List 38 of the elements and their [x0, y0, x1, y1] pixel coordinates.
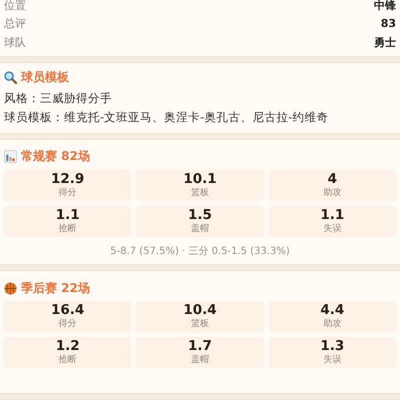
stat-value: 10.4: [183, 303, 217, 318]
template-text: 球员模板：维克托-文班亚马、奥涅卡-奥孔古、尼古拉-约维奇: [4, 108, 330, 126]
stat-label: 失误: [323, 222, 342, 234]
field-label: 位置: [4, 0, 26, 13]
stat-label: 篮板: [190, 318, 209, 330]
stat-label: 得分: [58, 186, 77, 198]
field-value: 勇士: [374, 34, 396, 50]
basketball-icon: [4, 282, 17, 295]
stat-label: 盖帽: [190, 354, 209, 366]
field-label: 球队: [4, 34, 26, 50]
stat-value: 1.7: [188, 339, 212, 354]
stat-label: 抢断: [58, 354, 77, 366]
stat-value: 1.3: [320, 339, 344, 354]
stat-label: 盖帽: [190, 222, 209, 234]
stat-value: 4: [328, 172, 338, 186]
stat-value: 16.4: [51, 303, 84, 318]
template-text: 风格：三威胁得分手: [4, 90, 113, 106]
section-title: 球员模板: [21, 69, 69, 86]
stat-label: 助攻: [323, 318, 342, 330]
field-label: 总评: [4, 16, 26, 32]
shooting-note: 5-8.7 (57.5%) · 三分 0.5-1.5 (33.3%): [109, 244, 291, 258]
stat-value: 12.9: [51, 172, 84, 186]
magnifier-icon: [4, 71, 17, 84]
section-title: 季后赛 22场: [21, 280, 90, 297]
stat-label: 抢断: [58, 222, 77, 234]
stat-label: 篮板: [190, 186, 209, 198]
stat-value: 4.4: [320, 303, 344, 318]
stat-value: 1.1: [56, 208, 80, 222]
stat-value: 1.2: [56, 339, 80, 354]
stat-label: 得分: [58, 318, 77, 330]
stat-value: 1.5: [188, 208, 212, 222]
field-value: 83: [380, 17, 396, 30]
stat-value: 10.1: [183, 172, 217, 186]
stat-label: 失误: [323, 354, 342, 366]
section-title: 常规赛 82场: [21, 148, 90, 165]
stat-label: 助攻: [323, 186, 342, 198]
bar-chart-icon: [4, 150, 17, 163]
stat-value: 1.1: [320, 208, 344, 222]
